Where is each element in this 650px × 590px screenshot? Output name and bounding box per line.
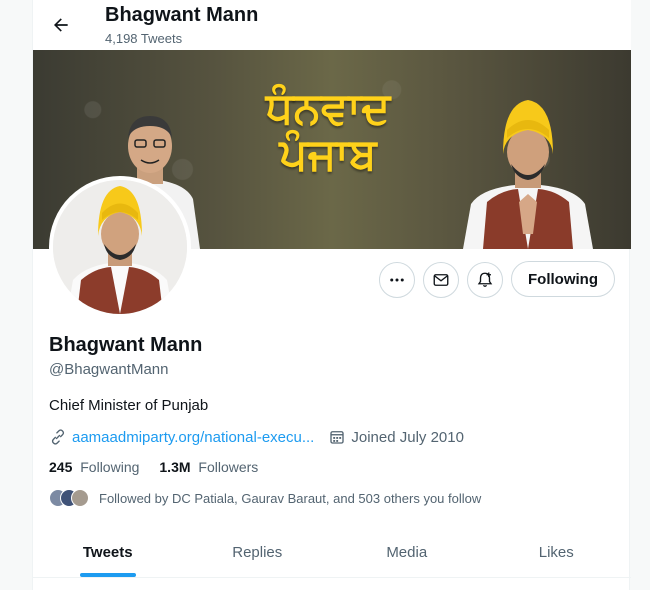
message-button[interactable] (423, 262, 459, 298)
profile-link[interactable]: aamaadmiparty.org/national-execu... (72, 429, 314, 446)
profile-meta: aamaadmiparty.org/national-execu... Join… (49, 428, 464, 446)
back-button[interactable] (45, 9, 77, 41)
envelope-icon (433, 274, 449, 286)
arrow-left-icon (54, 18, 68, 32)
following-label: Following (80, 459, 140, 475)
joined-item: Joined July 2010 (328, 428, 464, 446)
link-icon (51, 429, 65, 445)
profile-column: Bhagwant Mann 4,198 Tweets ਧੰਨਵਾਦ ਪੰਜਾਬ (32, 0, 631, 590)
bell-plus-icon (477, 272, 493, 288)
top-bar: Bhagwant Mann 4,198 Tweets (33, 0, 631, 50)
profile-handle: @BhagwantMann (49, 361, 169, 378)
followers-stat[interactable]: 1.3M Followers (159, 459, 258, 475)
avatar-portrait (53, 180, 187, 314)
followers-label: Followers (198, 459, 259, 475)
profile-link-item: aamaadmiparty.org/national-execu... (49, 428, 314, 446)
followed-by-text: Followed by DC Patiala, Gaurav Baraut, a… (99, 490, 482, 506)
joined-date: Joined July 2010 (351, 428, 464, 446)
tab-media[interactable]: Media (332, 528, 482, 577)
banner-text: ਧੰਨਵਾਦ ਪੰਜਾਬ (243, 84, 413, 180)
following-count: 245 (49, 459, 73, 475)
avatar-image (53, 180, 187, 314)
profile-name: Bhagwant Mann (49, 334, 203, 356)
follow-stats: 245 Following 1.3M Followers (49, 459, 258, 475)
banner-text-line2: ਪੰਜਾਬ (279, 130, 377, 180)
profile-avatar[interactable] (49, 176, 191, 318)
banner-text-line1: ਧੰਨਵਾਦ (265, 84, 391, 133)
tab-likes[interactable]: Likes (482, 528, 632, 577)
followers-count: 1.3M (159, 459, 191, 475)
follower-avatars (49, 489, 89, 507)
profile-tabs: Tweets Replies Media Likes (33, 528, 631, 578)
notifications-button[interactable] (467, 262, 503, 298)
following-stat[interactable]: 245 Following (49, 459, 139, 475)
banner-person-right (463, 100, 593, 249)
followed-by[interactable]: Followed by DC Patiala, Gaurav Baraut, a… (49, 489, 481, 507)
tab-tweets[interactable]: Tweets (33, 528, 183, 577)
more-options-button[interactable] (379, 262, 415, 298)
following-button[interactable]: Following (511, 261, 615, 297)
calendar-icon (330, 431, 345, 444)
follower-avatar (71, 489, 89, 507)
header-name: Bhagwant Mann (105, 4, 259, 26)
tab-replies[interactable]: Replies (183, 528, 333, 577)
profile-bio: Chief Minister of Punjab (49, 397, 209, 414)
more-horizontal-icon (390, 278, 404, 282)
header-tweet-count: 4,198 Tweets (105, 31, 183, 46)
